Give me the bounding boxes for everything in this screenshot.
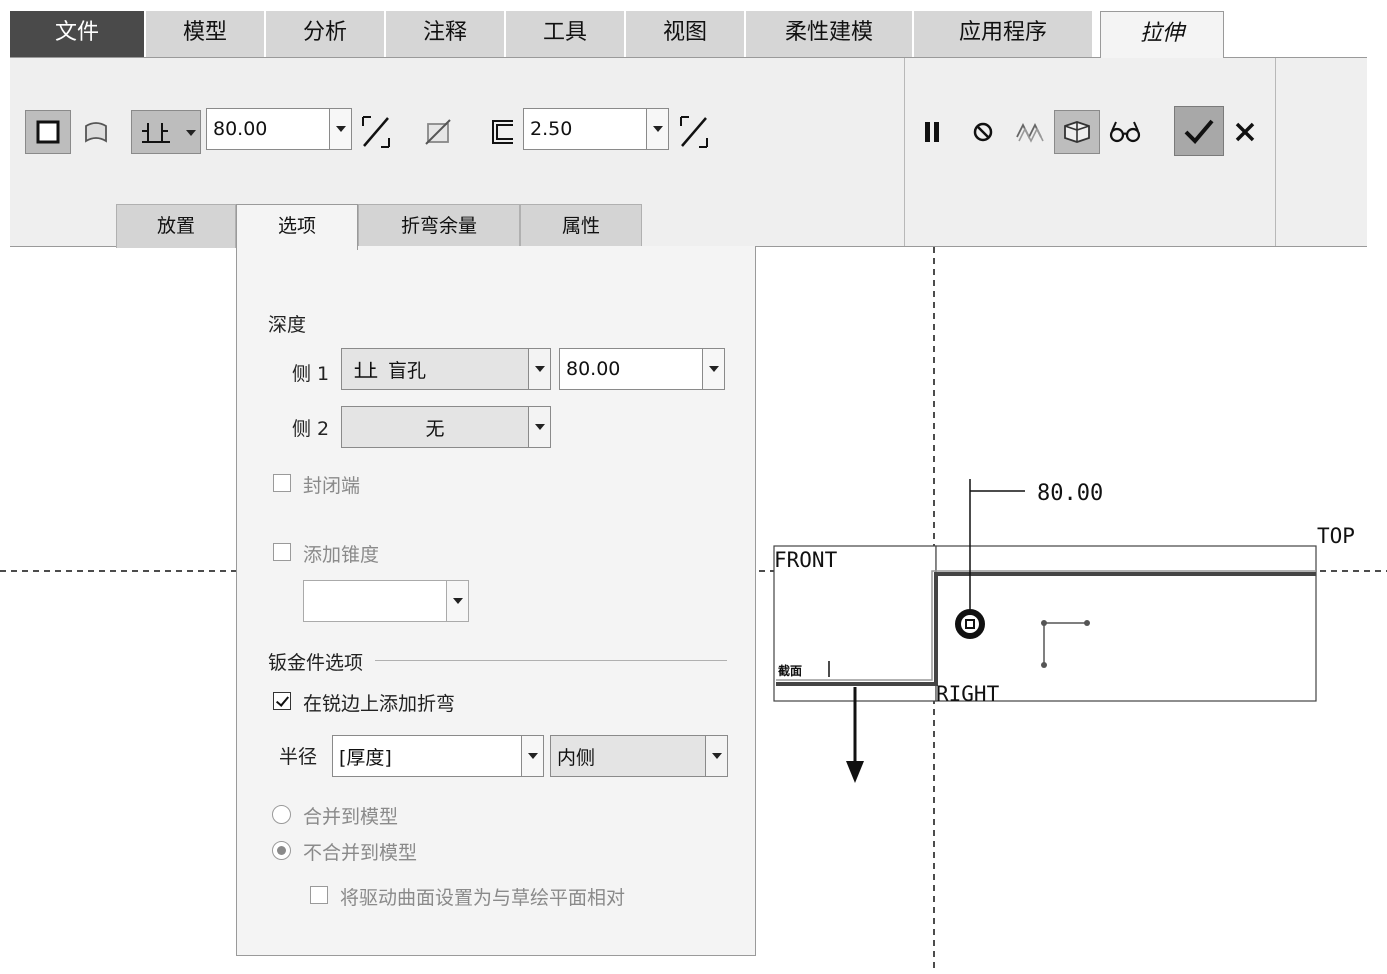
depth-heading: 深度	[268, 314, 307, 336]
direction-arrow-head	[846, 761, 864, 783]
chevron-down-icon	[186, 130, 196, 136]
flip-direction-icon	[680, 116, 708, 148]
plane-label-front: FRONT	[774, 548, 838, 572]
checkmark-icon	[1184, 119, 1214, 144]
side1-depth-value-combo[interactable]: 80.00	[559, 348, 725, 390]
bend-radius-combo[interactable]: [厚度]	[332, 735, 544, 777]
solid-extrude-icon	[36, 120, 60, 144]
chevron-down-icon[interactable]	[329, 109, 351, 149]
merge-to-model-label: 合并到模型	[303, 806, 399, 828]
verify-icon	[1064, 121, 1090, 143]
solid-extrude-button[interactable]	[25, 110, 71, 154]
capped-ends-label: 封闭端	[303, 475, 361, 497]
datum-plane-top	[935, 545, 1317, 702]
side2-depth-type: 无	[425, 417, 445, 440]
extrude-toolbar: 80.00 2.50 放置 选项 折弯余量 属性	[10, 57, 1367, 250]
ribbon-tabs: 文件 模型 分析 注释 工具 视图 柔性建模 应用程序 拉伸	[10, 11, 1367, 58]
thickness-value-combo[interactable]: 2.50	[523, 108, 669, 150]
remove-material-button[interactable]	[418, 110, 458, 154]
blind-depth-icon	[354, 361, 378, 378]
subtab-placement[interactable]: 放置	[116, 204, 236, 248]
glasses-icon	[1109, 121, 1141, 143]
side1-label: 侧 1	[292, 363, 330, 385]
radius-label: 半径	[279, 746, 318, 768]
chevron-down-icon[interactable]	[705, 736, 727, 776]
bend-radius-side-combo[interactable]: 内侧	[550, 735, 728, 777]
verify-button[interactable]	[1054, 110, 1100, 154]
thicken-sketch-button[interactable]	[484, 110, 522, 154]
chevron-down-icon[interactable]	[702, 349, 724, 389]
depth-value[interactable]: 80.00	[207, 118, 329, 140]
blind-depth-icon	[142, 123, 170, 143]
driving-surface-label: 将驱动曲面设置为与草绘平面相对	[340, 887, 626, 909]
section-label: 截面	[778, 663, 802, 678]
dimension-value[interactable]: 80.00	[1037, 481, 1103, 506]
bend-radius-side: 内侧	[557, 746, 596, 769]
add-taper-label: 添加锥度	[303, 544, 380, 566]
flip-direction-button[interactable]	[356, 110, 396, 154]
bend-radius-value[interactable]: [厚度]	[333, 743, 521, 770]
plane-label-right: RIGHT	[936, 682, 1000, 706]
chevron-down-icon[interactable]	[446, 581, 468, 621]
depth-type-button[interactable]	[131, 110, 201, 154]
flip-thickness-button[interactable]	[673, 110, 715, 154]
close-icon	[1235, 122, 1255, 142]
side1-depth-type: 盲孔	[388, 359, 427, 382]
tab-model[interactable]: 模型	[146, 11, 266, 57]
side2-depth-type-combo[interactable]: 无	[341, 406, 551, 448]
tab-view[interactable]: 视图	[626, 11, 746, 57]
chevron-down-icon[interactable]	[646, 109, 668, 149]
ok-button[interactable]	[1174, 106, 1224, 156]
tab-annotate[interactable]: 注释	[386, 11, 506, 57]
side1-depth-type-combo[interactable]: 盲孔	[341, 348, 551, 390]
options-panel: 深度 侧 1 盲孔 80.00 侧 2 无 封闭端 添加锥度 钣金件选项 在锐边…	[236, 246, 756, 956]
side1-depth-value[interactable]: 80.00	[560, 358, 702, 380]
add-taper-checkbox[interactable]	[273, 543, 291, 561]
add-bends-checkbox[interactable]	[273, 692, 291, 710]
remove-material-icon	[425, 119, 451, 145]
toolbar-separator	[1275, 58, 1276, 246]
flip-direction-icon	[362, 116, 390, 148]
subtab-options[interactable]: 选项	[236, 204, 358, 250]
no-preview-button[interactable]	[965, 110, 1001, 154]
pause-button[interactable]	[914, 110, 950, 154]
tab-analysis[interactable]: 分析	[266, 11, 386, 57]
thickness-value[interactable]: 2.50	[524, 118, 646, 140]
tab-tools[interactable]: 工具	[506, 11, 626, 57]
chevron-down-icon[interactable]	[528, 349, 550, 389]
depth-value-combo[interactable]: 80.00	[206, 108, 352, 150]
chevron-down-icon[interactable]	[521, 736, 543, 776]
preview-icon	[1016, 122, 1044, 143]
pause-icon	[925, 122, 939, 142]
chevron-down-icon[interactable]	[528, 407, 550, 447]
cancel-button[interactable]	[1230, 112, 1260, 152]
merge-to-model-radio[interactable]	[272, 805, 291, 824]
surface-extrude-button[interactable]	[76, 110, 116, 154]
tab-extrude[interactable]: 拉伸	[1100, 11, 1224, 58]
plane-label-top: TOP	[1317, 524, 1355, 548]
section-divider	[375, 660, 727, 661]
sheetmetal-options-heading: 钣金件选项	[268, 652, 364, 674]
tab-file[interactable]: 文件	[10, 11, 146, 57]
thicken-sketch-icon	[492, 120, 513, 144]
do-not-merge-label: 不合并到模型	[303, 842, 418, 864]
toolbar-separator	[904, 58, 905, 246]
glasses-button[interactable]	[1104, 110, 1146, 154]
tab-applications[interactable]: 应用程序	[914, 11, 1094, 57]
preview-button[interactable]	[1010, 110, 1050, 154]
add-bends-label: 在锐边上添加折弯	[303, 693, 456, 715]
capped-ends-checkbox[interactable]	[273, 474, 291, 492]
no-preview-icon	[973, 122, 993, 142]
surface-extrude-icon	[85, 122, 107, 143]
subtab-properties[interactable]: 属性	[520, 204, 642, 248]
tab-flexible-modeling[interactable]: 柔性建模	[746, 11, 914, 57]
do-not-merge-radio[interactable]	[272, 841, 291, 860]
taper-angle-combo[interactable]	[303, 580, 469, 622]
driving-surface-checkbox[interactable]	[310, 886, 328, 904]
side2-label: 侧 2	[292, 418, 330, 440]
subtab-bend-allowance[interactable]: 折弯余量	[358, 204, 520, 248]
